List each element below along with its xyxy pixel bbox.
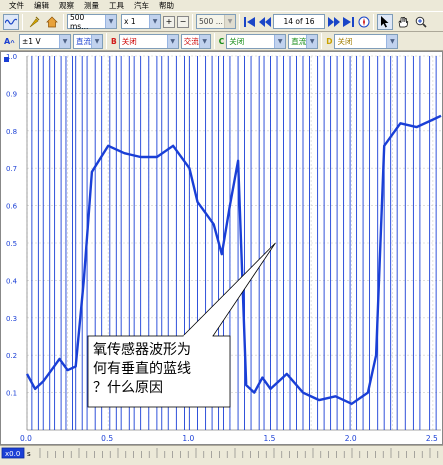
decrease-button[interactable]: − xyxy=(177,15,189,28)
y-tick-label: 0.2 xyxy=(6,352,17,360)
auto-setup-icon[interactable] xyxy=(26,14,42,30)
toolbar-divider xyxy=(192,13,193,30)
callout-text: 氧传感器波形为 xyxy=(93,341,191,358)
channel-c-range-select[interactable]: 关闭 ▼ xyxy=(226,33,287,49)
channel-a-icon[interactable]: A xyxy=(3,33,17,49)
channel-a-marker xyxy=(4,57,9,62)
channel-c-coupling: 直流 xyxy=(291,36,307,46)
oscilloscope-plot[interactable]: 0.1 0.2 0.3 0.4 0.5 0.6 0.7 0.8 0.9 1.0 0.0 0.5 1.0 1… xyxy=(0,51,443,445)
toolbar-divider xyxy=(373,13,374,30)
x-tick-label: 0.0 xyxy=(20,434,32,443)
toolbar-divider xyxy=(63,13,64,30)
chevron-down-icon: ▼ xyxy=(166,34,178,48)
scope-mode-icon[interactable] xyxy=(3,13,19,30)
channel-b-coupling-select[interactable]: 交流 ▼ xyxy=(180,33,211,49)
home-icon[interactable] xyxy=(44,14,60,30)
timebase-select[interactable]: 500 ms... ▼ xyxy=(67,12,117,31)
multiplier-select[interactable]: x 1 ▼ xyxy=(121,14,161,29)
first-page-icon[interactable] xyxy=(242,14,257,30)
next-page-icon[interactable] xyxy=(326,14,341,30)
channel-c-label[interactable]: C xyxy=(219,37,225,46)
previous-page-icon[interactable] xyxy=(257,14,272,30)
toolbar-divider xyxy=(213,33,215,49)
toolbar-divider xyxy=(239,13,240,30)
y-tick-label: 0.3 xyxy=(6,315,17,323)
hand-icon[interactable] xyxy=(395,14,411,30)
channel-a-coupling-select[interactable]: 直流 ▼ xyxy=(73,33,103,49)
x-tick-label: 2.5 xyxy=(426,434,438,443)
chevron-down-icon: ▼ xyxy=(274,34,286,48)
y-tick-label: 0.6 xyxy=(6,203,18,211)
y-tick-label: 0.7 xyxy=(6,165,17,173)
menu-bar: 文件 编辑 观察 测量 工具 汽车 帮助 xyxy=(0,0,443,11)
channel-a-coupling: 直流 xyxy=(76,36,91,46)
x-tick-label: 0.5 xyxy=(101,434,113,443)
ref-label: x0.0 xyxy=(5,450,20,458)
channel-b-range-select[interactable]: 关闭 ▼ xyxy=(118,33,179,49)
chevron-down-icon: ▼ xyxy=(386,34,398,48)
menu-tools[interactable]: 工具 xyxy=(104,0,129,11)
y-tick-label: 0.8 xyxy=(6,128,17,136)
increase-button[interactable]: + xyxy=(163,15,175,28)
page-indicator: 14 of 16 xyxy=(273,14,325,29)
status-bar: x0.0 s xyxy=(0,445,443,465)
toolbar-divider xyxy=(321,33,323,49)
chevron-down-icon: ▼ xyxy=(59,34,70,48)
x-tick-label: 1.0 xyxy=(182,434,194,443)
last-page-icon[interactable] xyxy=(341,14,356,30)
timebase-value: 500 ms... xyxy=(70,12,89,31)
menu-measure[interactable]: 测量 xyxy=(79,0,104,11)
callout-text: 何有垂直的蓝线 xyxy=(93,360,191,377)
channel-c-range: 关闭 xyxy=(229,36,245,46)
channel-b-label[interactable]: B xyxy=(111,37,117,46)
channel-b-coupling: 交流 xyxy=(183,36,199,46)
channel-d-range: 关闭 xyxy=(337,36,353,46)
channel-a-range: ±1 V xyxy=(22,36,41,46)
channel-b-range: 关闭 xyxy=(121,36,137,46)
y-tick-label: 0.1 xyxy=(6,390,17,398)
plot-canvas[interactable]: 0.10.20.30.40.50.60.70.80.91.00.0 0.5 1.0 1… xyxy=(1,52,442,444)
y-tick-label: 0.9 xyxy=(6,90,17,98)
menu-file[interactable]: 文件 xyxy=(4,0,29,11)
callout-text: ？什么原因 xyxy=(93,380,163,396)
status-unit: s xyxy=(27,450,31,458)
x-tick-label: 1.5 xyxy=(264,434,276,443)
channel-c-coupling-select[interactable]: 直流 ▼ xyxy=(288,33,319,49)
toolbar-divider xyxy=(22,13,23,30)
zoom-in-icon[interactable] xyxy=(413,14,429,30)
y-tick-label: 0.4 xyxy=(6,277,18,285)
pointer-icon[interactable] xyxy=(377,13,393,30)
svg-text:A: A xyxy=(4,37,11,46)
multiplier-value: x 1 xyxy=(124,17,136,26)
samples-select[interactable]: 500 ... ▼ xyxy=(196,14,236,29)
toolbar-divider xyxy=(106,33,107,49)
callout-pointer xyxy=(182,242,276,337)
channel-d-label[interactable]: D xyxy=(326,37,332,46)
compass-icon[interactable] xyxy=(356,14,371,30)
x-tick-label: 2.0 xyxy=(345,434,357,443)
main-toolbar: 500 ms... ▼ x 1 ▼ + − 500 ... ▼ 14 of 16 xyxy=(0,11,443,32)
menu-help[interactable]: 帮助 xyxy=(154,0,179,11)
channel-toolbar: A ±1 V ▼ 直流 ▼ B 关闭 ▼ 交流 ▼ C 关闭 ▼ 直流 ▼ D … xyxy=(0,32,443,51)
channel-a-range-select[interactable]: ±1 V ▼ xyxy=(19,33,71,49)
menu-view[interactable]: 观察 xyxy=(54,0,79,11)
chevron-down-icon: ▼ xyxy=(306,34,318,48)
chevron-down-icon: ▼ xyxy=(224,15,235,28)
chevron-down-icon: ▼ xyxy=(105,15,116,28)
menu-edit[interactable]: 编辑 xyxy=(29,0,54,11)
chevron-down-icon: ▼ xyxy=(91,34,102,48)
y-tick-label: 0.5 xyxy=(6,240,17,248)
chevron-down-icon: ▼ xyxy=(149,15,160,28)
samples-value: 500 ... xyxy=(199,17,223,26)
chevron-down-icon: ▼ xyxy=(198,34,210,48)
status-ruler: x0.0 s xyxy=(1,447,439,459)
menu-auto[interactable]: 汽车 xyxy=(129,0,154,11)
channel-d-range-select[interactable]: 关闭 ▼ xyxy=(334,33,399,49)
